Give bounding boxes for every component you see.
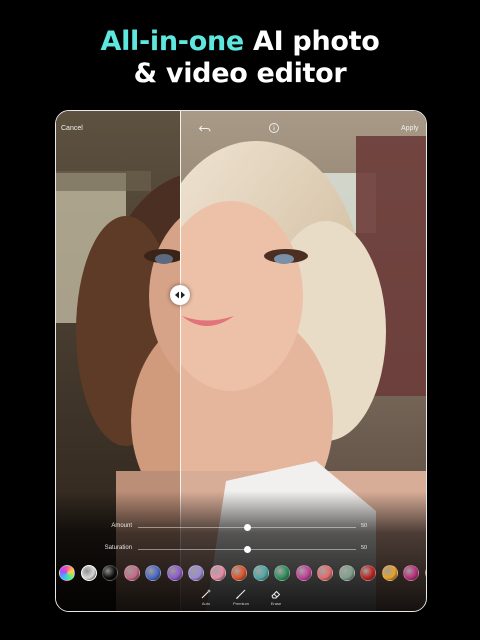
swatch-coral[interactable] (317, 565, 333, 581)
erase-tool-button[interactable]: Erase (256, 586, 296, 611)
eraser-icon (271, 590, 281, 599)
tool-bar: Auto Premium Erase (56, 586, 426, 611)
swatch-berry[interactable] (403, 565, 419, 581)
amount-slider-value: 50 (361, 523, 368, 529)
auto-tool-label: Auto (201, 601, 211, 606)
brush-icon (236, 589, 246, 599)
swatch-black[interactable] (102, 565, 118, 581)
saturation-slider-value: 50 (361, 545, 368, 551)
swatch-gold[interactable] (424, 565, 426, 581)
swatch-sage[interactable] (338, 565, 355, 581)
swatch-violet[interactable] (166, 565, 183, 581)
headline-rest: AI photo (243, 26, 380, 57)
swatch-amber[interactable] (381, 565, 398, 581)
amount-slider-thumb[interactable] (243, 524, 251, 531)
swatch-crimson[interactable] (360, 565, 376, 581)
premium-tool-button[interactable]: Premium (221, 586, 261, 611)
color-swatch-strip (56, 563, 426, 583)
swatch-orange[interactable] (231, 565, 247, 581)
premium-tool-label: Premium (232, 601, 249, 606)
swatch-silver[interactable] (80, 565, 97, 581)
swatch-rose[interactable] (123, 565, 140, 581)
amount-slider-label: Amount (111, 523, 132, 529)
headline-accent: All-in-one (100, 26, 245, 57)
swatch-pink[interactable] (209, 565, 226, 581)
amount-slider[interactable]: Amount 50 (56, 521, 426, 535)
swatch-emerald[interactable] (274, 565, 290, 581)
headline-line-2: & video editor (133, 58, 347, 89)
compare-arrows-icon (175, 291, 185, 299)
cancel-button[interactable]: Cancel (61, 125, 83, 132)
swatch-teal[interactable] (252, 565, 269, 581)
saturation-slider[interactable]: Saturation 50 (56, 543, 426, 557)
info-icon[interactable] (267, 121, 281, 135)
erase-tool-label: Erase (270, 601, 282, 606)
device-frame: Cancel Apply Amount 50 Saturation 50 Aut… (55, 110, 427, 612)
compare-handle[interactable] (170, 285, 190, 305)
swatch-magenta[interactable] (295, 565, 312, 581)
swatch-blue[interactable] (145, 565, 161, 581)
editor-top-bar: Cancel Apply (56, 111, 426, 151)
saturation-slider-label: Saturation (104, 545, 132, 551)
magic-wand-icon (201, 589, 211, 599)
headline: All-in-one AI photo & video editor (0, 26, 480, 90)
headline-line-1: All-in-one AI photo (0, 26, 480, 58)
saturation-slider-thumb[interactable] (243, 546, 251, 553)
apply-button[interactable]: Apply (401, 125, 419, 132)
undo-icon[interactable] (198, 121, 212, 135)
auto-tool-button[interactable]: Auto (186, 586, 226, 611)
swatch-rainbow[interactable] (59, 565, 75, 581)
swatch-lavender[interactable] (188, 565, 204, 581)
